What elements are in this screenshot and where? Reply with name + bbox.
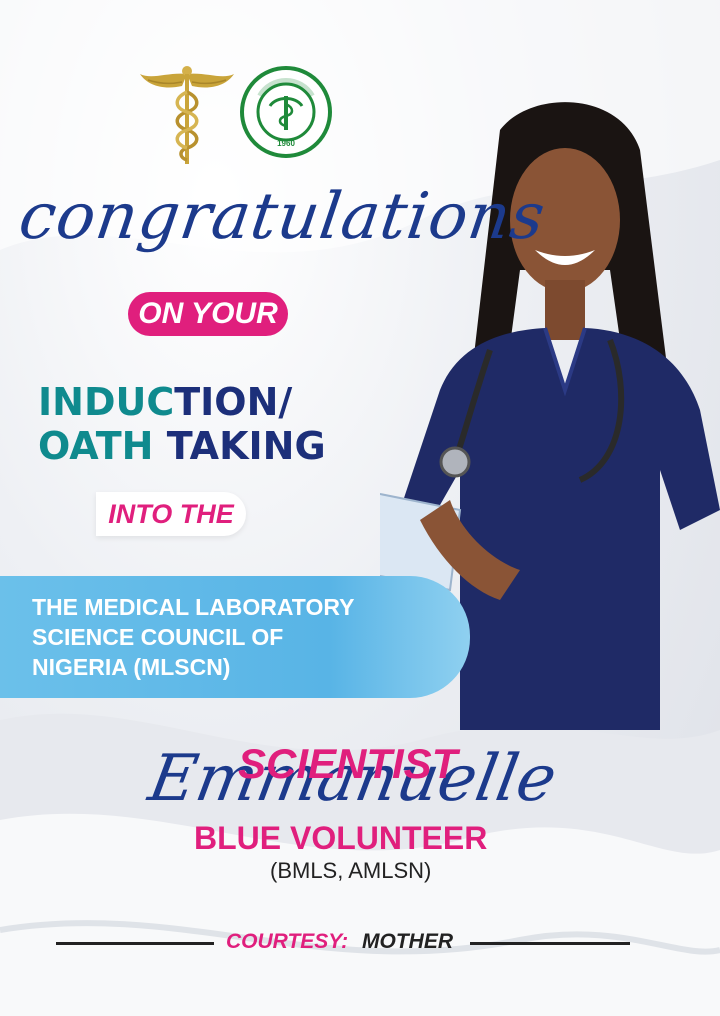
footer-divider-right bbox=[470, 942, 630, 945]
seal-year: 1960 bbox=[277, 139, 295, 148]
poster: 1960 congratulations ON YOUR INDUCTION/ … bbox=[0, 0, 720, 1016]
honoree-credentials: (BMLS, AMLSN) bbox=[270, 858, 432, 883]
council-name: THE MEDICAL LABORATORY SCIENCE COUNCIL O… bbox=[32, 592, 452, 682]
caduceus-logo bbox=[140, 66, 234, 164]
council-line-3: NIGERIA (MLSCN) bbox=[32, 654, 231, 680]
footer-divider-left bbox=[56, 942, 214, 945]
courtesy-label: COURTESY: bbox=[226, 930, 349, 953]
on-your-pill: ON YOUR bbox=[128, 292, 288, 336]
event-title: INDUCTION/ OATH TAKING bbox=[38, 380, 418, 468]
council-line-2: SCIENCE COUNCIL OF bbox=[32, 624, 284, 650]
congratulations-text: congratulations bbox=[14, 180, 550, 254]
courtesy-value: MOTHER bbox=[362, 930, 453, 953]
event-title-line2: OATH TAKING bbox=[38, 424, 326, 468]
into-the-pill: INTO THE bbox=[96, 492, 246, 536]
council-line-1: THE MEDICAL LABORATORY bbox=[32, 594, 355, 620]
event-title-line1: INDUCTION/ bbox=[38, 380, 293, 424]
honoree-title: SCIENTIST bbox=[238, 740, 458, 787]
honoree-surname: BLUE VOLUNTEER bbox=[194, 820, 488, 856]
nma-seal-logo: 1960 bbox=[240, 66, 332, 158]
